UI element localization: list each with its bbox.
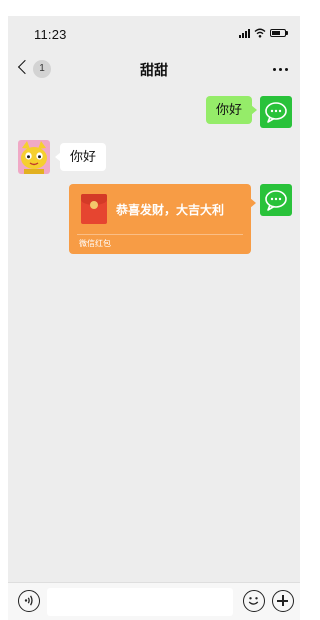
red-packet-label: 微信红包 [79, 239, 111, 248]
self-avatar[interactable] [260, 184, 292, 216]
red-packet-title: 恭喜发财，大吉大利 [116, 203, 225, 217]
more-dots-icon[interactable] [273, 68, 288, 71]
battery-icon [270, 29, 288, 37]
emoji-icon [248, 597, 259, 605]
voice-button[interactable] [18, 590, 40, 612]
wechat-bubble-icon [265, 190, 287, 211]
incoming-message-bubble[interactable]: 你好 [54, 143, 107, 171]
input-bar [8, 582, 300, 620]
outgoing-message-bubble[interactable]: 你好 [206, 96, 258, 124]
message-input[interactable] [47, 588, 233, 616]
chat-title: 甜甜 [140, 62, 168, 78]
voice-icon [24, 595, 33, 606]
nav-bar: 1 甜甜 [8, 52, 300, 86]
status-icons [239, 28, 288, 38]
status-bar: 11:23 [8, 16, 300, 52]
red-packet-divider [77, 234, 243, 235]
emoji-button[interactable] [243, 590, 265, 612]
wechat-bubble-icon [265, 102, 287, 123]
status-time: 11:23 [34, 27, 67, 42]
chat-screen: 11:23 1 甜甜 你好 你好 恭喜发财，大吉大利 微信红包 [8, 16, 300, 620]
red-envelope-icon [81, 194, 107, 224]
self-avatar[interactable] [260, 96, 292, 128]
signal-bars-icon [239, 28, 250, 38]
red-packet-card[interactable]: 恭喜发财，大吉大利 微信红包 [69, 184, 256, 254]
plus-icon[interactable] [272, 590, 294, 612]
cartoon-cat-avatar [18, 140, 50, 174]
contact-avatar[interactable] [18, 140, 50, 174]
wifi-icon [254, 28, 266, 38]
